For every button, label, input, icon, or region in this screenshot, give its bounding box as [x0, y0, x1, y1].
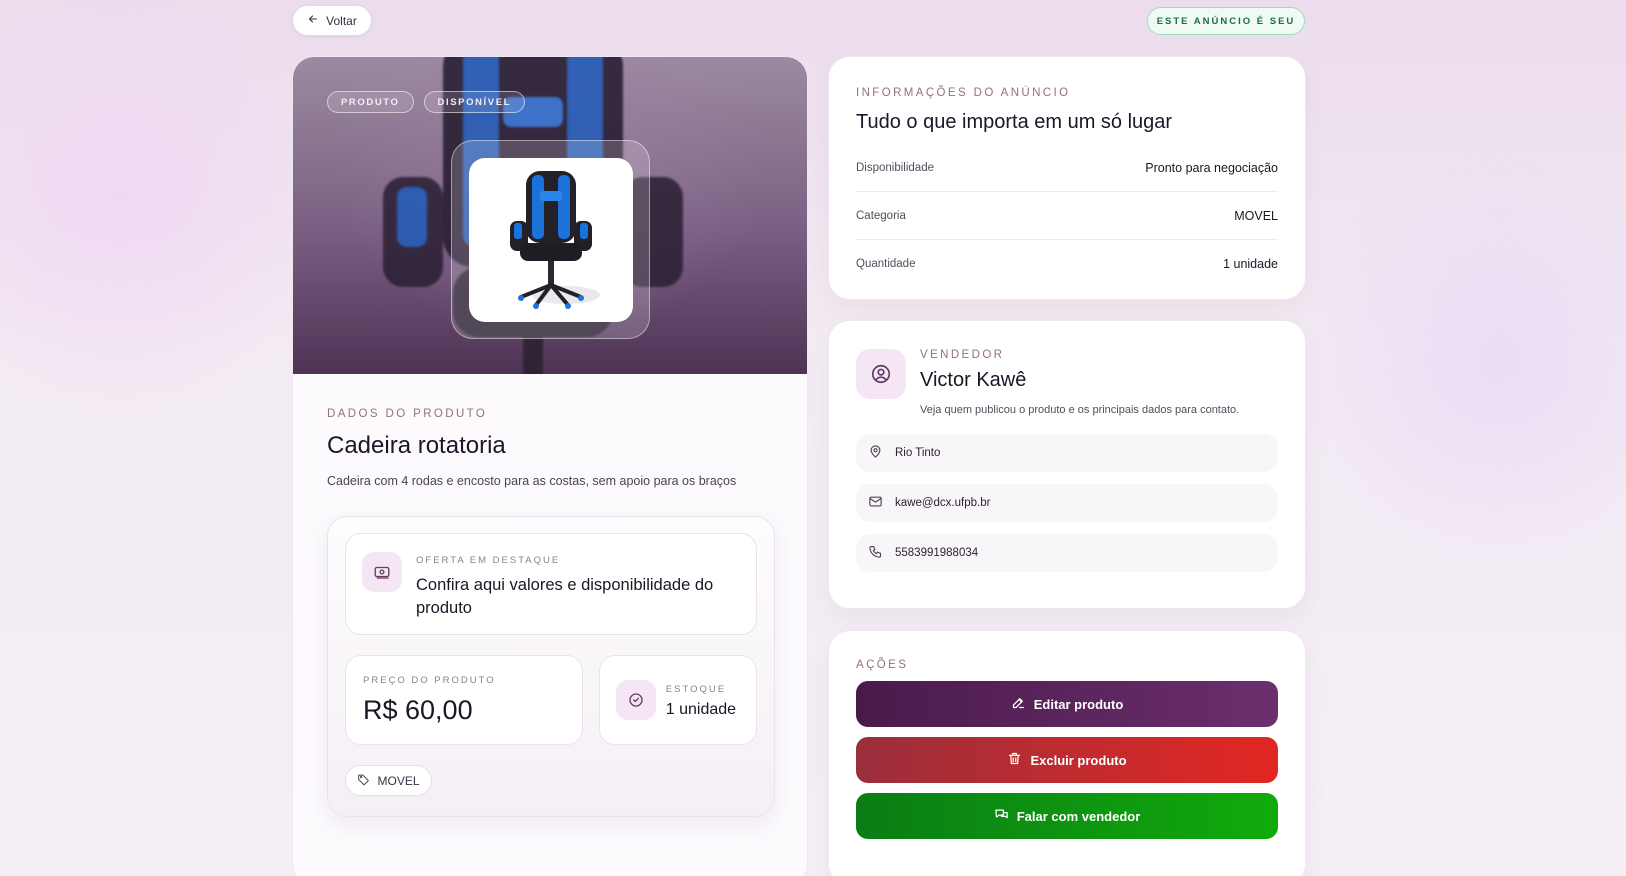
owner-badge: ESTE ANÚNCIO É SEU — [1147, 7, 1305, 35]
banknote-icon — [362, 552, 402, 592]
actions-card: AÇÕES Editar produto Excluir produto Fal… — [828, 630, 1306, 876]
contact-email-text: kawe@dcx.ufpb.br — [895, 497, 991, 509]
price-value: R$ 60,00 — [363, 695, 473, 725]
offer-panel: OFERTA EM DESTAQUE Confira aqui valores … — [327, 516, 775, 817]
edit-icon — [1011, 695, 1026, 713]
edit-product-label: Editar produto — [1033, 696, 1124, 712]
info-value: Pronto para negociação — [1145, 160, 1278, 175]
category-chip-label: MOVEL — [377, 773, 420, 788]
stock-label: ESTOQUE — [665, 684, 727, 695]
info-value: MOVEL — [1234, 208, 1278, 223]
listing-info-card: INFORMAÇÕES DO ANÚNCIO Tudo o que import… — [828, 56, 1306, 300]
product-image[interactable] — [468, 157, 633, 322]
user-circle-icon — [856, 349, 906, 399]
featured-offer: OFERTA EM DESTAQUE Confira aqui valores … — [345, 533, 757, 635]
info-eyebrow: INFORMAÇÕES DO ANÚNCIO — [856, 87, 1071, 99]
seller-name: Victor Kawê — [920, 369, 1027, 391]
info-value: 1 unidade — [1223, 257, 1278, 271]
trash-icon — [1007, 751, 1022, 769]
contact-seller-button[interactable]: Falar com vendedor — [856, 793, 1278, 839]
info-rows: Disponibilidade Pronto para negociação C… — [856, 144, 1278, 288]
info-label: Categoria — [856, 209, 906, 222]
contact-seller-label: Falar com vendedor — [1016, 808, 1141, 824]
tag-availability: DISPONÍVEL — [423, 91, 526, 113]
back-button[interactable]: Voltar — [292, 5, 372, 36]
seller-eyebrow: VENDEDOR — [920, 349, 1005, 361]
featured-offer-eyebrow: OFERTA EM DESTAQUE — [416, 555, 561, 566]
edit-product-button[interactable]: Editar produto — [856, 681, 1278, 727]
actions-eyebrow: AÇÕES — [856, 659, 909, 671]
contact-location: Rio Tinto — [856, 434, 1278, 472]
check-circle-icon — [615, 680, 656, 720]
stock-value: 1 unidade — [665, 701, 737, 718]
product-stats: PREÇO DO PRODUTO R$ 60,00 ESTOQUE 1 unid… — [345, 655, 757, 745]
product-description: Cadeira com 4 rodas e encosto para as co… — [327, 474, 737, 488]
tag-icon — [357, 773, 370, 789]
featured-offer-text: Confira aqui valores e disponibilidade d… — [416, 576, 714, 617]
info-row-category: Categoria MOVEL — [856, 192, 1278, 240]
arrow-left-icon — [307, 13, 319, 28]
info-row-availability: Disponibilidade Pronto para negociação — [856, 144, 1278, 192]
map-pin-icon — [868, 444, 883, 462]
info-label: Disponibilidade — [856, 161, 934, 174]
price-box: PREÇO DO PRODUTO R$ 60,00 — [345, 655, 583, 745]
contact-phone[interactable]: 5583991988034 — [856, 534, 1278, 572]
delete-product-label: Excluir produto — [1030, 752, 1127, 768]
seller-header: VENDEDOR Victor Kawê Veja quem publicou … — [856, 349, 1278, 416]
contact-email[interactable]: kawe@dcx.ufpb.br — [856, 484, 1278, 522]
info-label: Quantidade — [856, 258, 916, 270]
product-details: DADOS DO PRODUTO Cadeira rotatoria Cadei… — [293, 374, 807, 817]
mail-icon — [868, 494, 883, 512]
contact-phone-text: 5583991988034 — [895, 547, 979, 559]
chat-bubbles-icon — [994, 807, 1009, 825]
info-row-quantity: Quantidade 1 unidade — [856, 240, 1278, 288]
phone-icon — [868, 544, 883, 562]
product-detail-page: Voltar ESTE ANÚNCIO É SEU PRODUTO DISPON… — [0, 0, 1626, 876]
product-eyebrow: DADOS DO PRODUTO — [327, 408, 488, 420]
product-card: PRODUTO DISPONÍVEL DADOS DO PRODUTO Cade… — [292, 56, 808, 876]
seller-card: VENDEDOR Victor Kawê Veja quem publicou … — [828, 320, 1306, 609]
hero-tags: PRODUTO DISPONÍVEL — [327, 91, 526, 113]
product-image-frame — [451, 140, 650, 339]
back-button-label: Voltar — [326, 13, 357, 28]
contact-location-text: Rio Tinto — [895, 447, 941, 459]
seller-description: Veja quem publicou o produto e os princi… — [920, 404, 1240, 416]
price-label: PREÇO DO PRODUTO — [363, 675, 496, 686]
info-title: Tudo o que importa em um só lugar — [856, 111, 1173, 133]
gaming-chair-image — [509, 170, 600, 309]
category-chip[interactable]: MOVEL — [345, 765, 432, 796]
product-hero: PRODUTO DISPONÍVEL — [293, 57, 807, 374]
stock-box: ESTOQUE 1 unidade — [598, 655, 757, 745]
tag-product-type: PRODUTO — [327, 91, 414, 113]
contact-list: Rio Tinto kawe@dcx.ufpb.br 5583991988034 — [856, 434, 1278, 572]
delete-product-button[interactable]: Excluir produto — [856, 737, 1278, 783]
product-title: Cadeira rotatoria — [327, 432, 506, 459]
